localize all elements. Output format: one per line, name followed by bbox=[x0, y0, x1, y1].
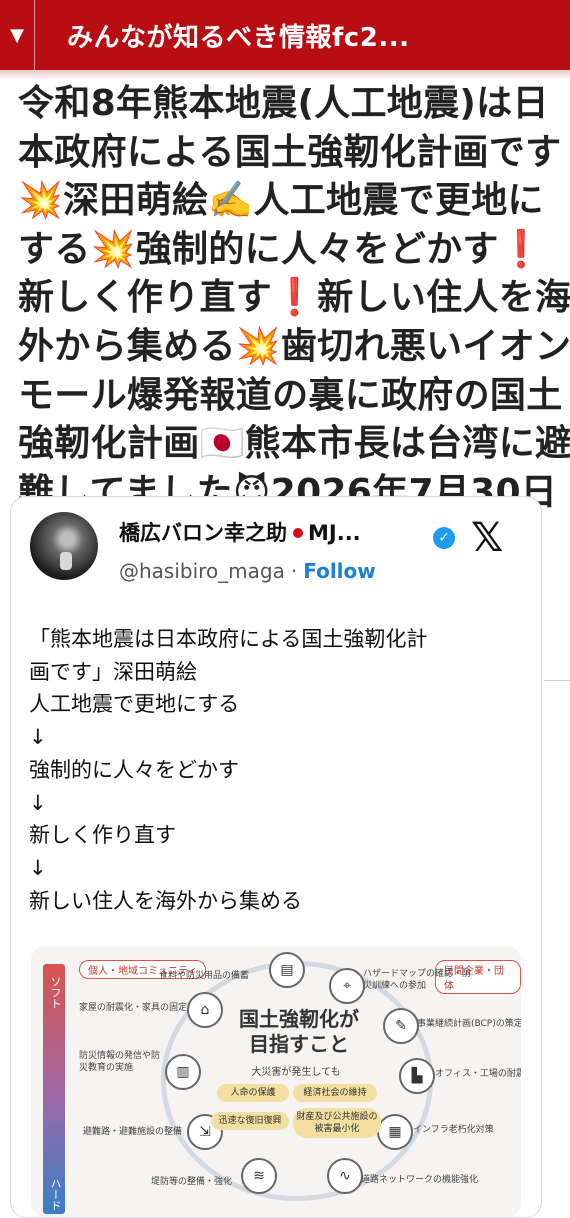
headline-line: 本政府による国土強靭化計画です bbox=[18, 131, 562, 173]
goal-pill: 人命の保護 bbox=[217, 1084, 289, 1102]
headline-line: モール爆発報道の裏に政府の国土 bbox=[18, 374, 563, 416]
tweet-author-name[interactable]: 橋広バロン幸之助 MJ... bbox=[119, 517, 361, 547]
tweet-body: 「熊本地震は日本政府による国土強靭化計 画です」深田萌絵 人工地震で更地にする … bbox=[29, 623, 529, 917]
goal-pill: 迅速な復旧復興 bbox=[211, 1112, 289, 1130]
follow-button[interactable]: Follow bbox=[303, 559, 376, 583]
tweet-line: 新しい住人を海外から集める bbox=[29, 888, 302, 913]
embedded-tweet[interactable]: 橋広バロン幸之助 MJ... ✓ 𝕏 @hasibiro_maga · Follow … bbox=[10, 496, 542, 1218]
right-item: 道路ネットワークの機能強化 bbox=[361, 1175, 479, 1185]
infographic-subtitle: 大災害が発生しても bbox=[251, 1067, 341, 1078]
chevron-down-icon: ▼ bbox=[10, 24, 24, 46]
left-item: 避難路・避難施設の整備 bbox=[83, 1127, 183, 1137]
map-icon: ⌖ bbox=[329, 968, 365, 1004]
tweet-line: ↓ bbox=[29, 855, 47, 880]
tweet-line: ↓ bbox=[29, 790, 47, 815]
headline-line: 令和8年熊本地震(人工地震)は日 bbox=[18, 83, 549, 124]
road-icon: ∿ bbox=[327, 1158, 363, 1194]
article-headline: 令和8年熊本地震(人工地震)は日 本政府による国土強靭化計画です 💥深田萌絵✍️… bbox=[18, 80, 570, 517]
headline-line: 💥深田萌絵✍️人工地震で更地に bbox=[18, 180, 544, 222]
tweet-line: ↓ bbox=[29, 725, 47, 750]
headline-line: する💥強制的に人々をどかす❗ bbox=[18, 228, 544, 270]
tweet-line: 強制的に人々をどかす bbox=[29, 757, 239, 782]
side-divider bbox=[544, 680, 570, 681]
right-item: オフィス・工場の耐震化 bbox=[435, 1069, 521, 1079]
left-item: 堤防等の整備・強化 bbox=[151, 1177, 233, 1187]
headline-line: 新しく作り直す❗新しい住人を海 bbox=[18, 277, 570, 319]
infographic-title: 国土強靭化が 目指すこと bbox=[239, 1007, 359, 1057]
left-item: 家屋の耐震化・家具の固定 bbox=[79, 1003, 188, 1013]
right-item: インフラ老朽化対策 bbox=[413, 1125, 494, 1135]
avatar[interactable] bbox=[30, 512, 98, 580]
right-item: ハザードマップの確認・防災訓練への参加 bbox=[363, 969, 472, 991]
tweet-line: 人工地震で更地にする bbox=[29, 692, 240, 717]
top-bar: ▼ みんなが知るべき情報fc2... bbox=[0, 0, 570, 70]
infographic-title-line: 目指すこと bbox=[249, 1032, 349, 1056]
food-stock-icon: ▤ bbox=[269, 952, 305, 988]
infrastructure-icon: ▦ bbox=[377, 1114, 413, 1150]
headline-line: 強靭化計画🇯🇵熊本市長は台湾に避 bbox=[18, 423, 570, 465]
axis-label-soft: ソフト bbox=[49, 976, 62, 1009]
header-shadow bbox=[0, 70, 570, 80]
author-name-text: 橋広バロン幸之助 bbox=[119, 521, 287, 545]
left-item: 食料や防災用品の備蓄 bbox=[159, 971, 250, 981]
tweet-line: 「熊本地震は日本政府による国土強靭化計 bbox=[29, 627, 428, 651]
author-name-suffix: MJ... bbox=[308, 521, 361, 545]
document-icon: ✎ bbox=[383, 1008, 419, 1044]
headline-line: 外から集める💥歯切れ悪いイオン bbox=[18, 325, 570, 367]
factory-icon: ▙ bbox=[399, 1058, 435, 1094]
wave-icon: ≋ bbox=[241, 1158, 277, 1194]
goal-pill: 経済社会の維持 bbox=[293, 1084, 377, 1102]
tweet-media-infographic[interactable]: ソフト ハード 個人・地域コミュニティ 民間企業・団体 ▤ ⌂ ▥ ⇲ ≋ ⌖ … bbox=[31, 946, 521, 1217]
japan-flag-icon bbox=[293, 528, 303, 538]
avatar-detail bbox=[60, 552, 72, 570]
house-icon: ⌂ bbox=[187, 992, 223, 1028]
goal-pill: 財産及び公共施設の被害最小化 bbox=[293, 1108, 381, 1138]
menu-dropdown-button[interactable]: ▼ bbox=[0, 0, 35, 70]
infographic-title-line: 国土強靭化が bbox=[239, 1007, 359, 1031]
book-icon: ▥ bbox=[165, 1054, 201, 1090]
handle-row: @hasibiro_maga · Follow bbox=[119, 559, 376, 583]
site-title[interactable]: みんなが知るべき情報fc2... bbox=[67, 17, 409, 54]
verified-badge-icon: ✓ bbox=[433, 527, 455, 549]
x-logo-icon[interactable]: 𝕏 bbox=[471, 515, 503, 561]
separator: · bbox=[290, 559, 298, 583]
axis-label-hard: ハード bbox=[49, 1178, 62, 1211]
tweet-line: 新しく作り直す bbox=[29, 823, 176, 848]
right-item: 事業継続計画(BCP)の策定 bbox=[417, 1019, 521, 1029]
tweet-handle[interactable]: @hasibiro_maga bbox=[119, 559, 285, 583]
left-item: 防災情報の発信や防災教育の実施 bbox=[79, 1051, 161, 1073]
tweet-line: 画です」深田萌絵 bbox=[29, 659, 197, 684]
